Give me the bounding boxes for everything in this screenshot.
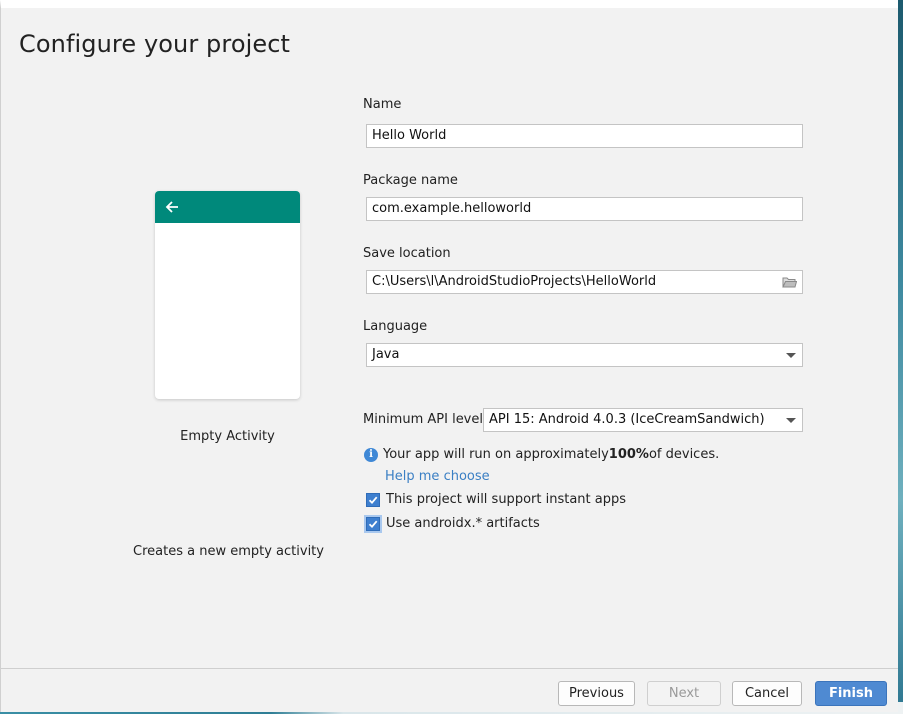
androidx-label: Use androidx.* artifacts — [386, 516, 540, 531]
androidx-checkbox[interactable] — [366, 516, 380, 531]
api-info-message: i Your app will run on approximately 100… — [364, 447, 719, 462]
minimum-api-label: Minimum API level — [363, 412, 483, 427]
package-name-field[interactable]: com.example.helloworld — [366, 197, 803, 221]
check-icon — [368, 520, 378, 528]
info-text-suffix: of devices. — [648, 447, 720, 462]
name-field[interactable]: Hello World — [366, 124, 803, 148]
instant-apps-option[interactable]: This project will support instant apps — [366, 492, 626, 507]
help-me-choose-link[interactable]: Help me choose — [385, 469, 490, 484]
minimum-api-value: API 15: Android 4.0.3 (IceCreamSandwich) — [489, 412, 765, 427]
save-location-label: Save location — [363, 246, 451, 261]
androidx-option[interactable]: Use androidx.* artifacts — [366, 516, 540, 531]
page-title: Configure your project — [19, 30, 291, 58]
instant-apps-checkbox[interactable] — [366, 492, 380, 507]
folder-browse-icon[interactable] — [782, 276, 797, 288]
back-arrow-icon — [165, 201, 178, 213]
package-name-label: Package name — [363, 173, 458, 188]
chevron-down-icon — [786, 418, 796, 423]
language-label: Language — [363, 319, 428, 334]
language-dropdown[interactable]: Java — [366, 343, 803, 367]
configure-project-dialog: Configure your project Empty Activity Cr… — [0, 0, 898, 712]
name-label: Name — [363, 97, 402, 112]
minimum-api-dropdown[interactable]: API 15: Android 4.0.3 (IceCreamSandwich) — [483, 408, 803, 432]
template-name: Empty Activity — [180, 429, 275, 444]
template-description: Creates a new empty activity — [133, 544, 324, 559]
cancel-button[interactable]: Cancel — [732, 681, 802, 706]
previous-button[interactable]: Previous — [558, 681, 635, 706]
instant-apps-label: This project will support instant apps — [386, 492, 626, 507]
info-percent: 100% — [608, 447, 649, 462]
info-icon: i — [364, 447, 378, 462]
preview-app-bar — [155, 191, 300, 223]
next-button[interactable]: Next — [647, 681, 721, 706]
check-icon — [368, 496, 378, 504]
language-value: Java — [372, 347, 400, 362]
chevron-down-icon — [786, 353, 796, 358]
info-text-prefix: Your app will run on approximately — [383, 447, 609, 462]
finish-button[interactable]: Finish — [815, 681, 887, 706]
footer-divider — [1, 668, 898, 669]
activity-preview — [155, 191, 300, 399]
save-location-field[interactable]: C:\Users\l\AndroidStudioProjects\HelloWo… — [366, 270, 803, 294]
save-location-value: C:\Users\l\AndroidStudioProjects\HelloWo… — [372, 274, 657, 289]
